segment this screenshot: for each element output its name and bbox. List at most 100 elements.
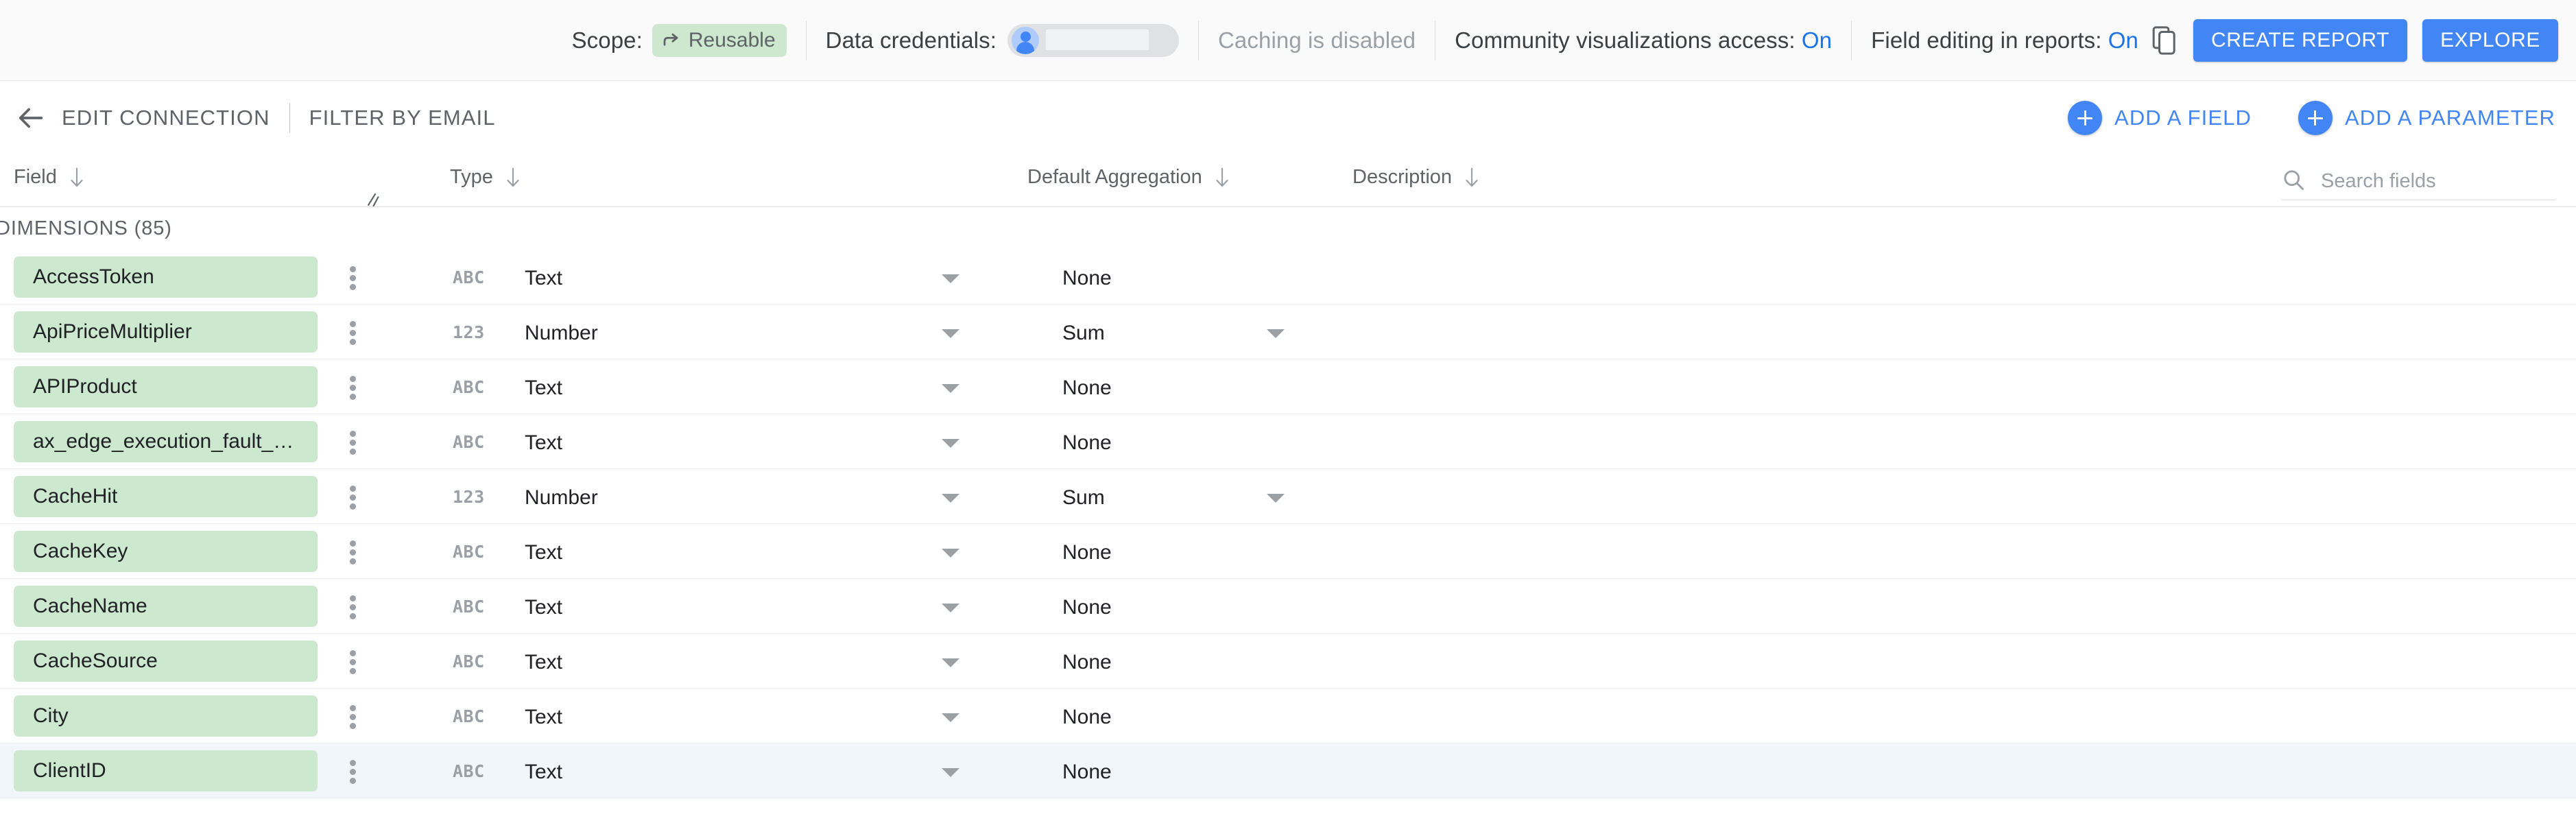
- field-type-label: Number: [525, 486, 598, 509]
- field-type-label: Number: [525, 322, 598, 344]
- column-header-field-label: Field: [14, 166, 57, 188]
- column-header-field[interactable]: Field: [14, 166, 86, 189]
- column-header-default-aggregation-label: Default Aggregation: [1027, 166, 1202, 188]
- navigation-bar: EDIT CONNECTION FILTER BY EMAIL ADD A FI…: [0, 81, 2576, 155]
- field-type-label: Text: [525, 596, 563, 619]
- table-row[interactable]: APIProduct ABC Text None: [0, 359, 2576, 414]
- type-dropdown-caret-icon[interactable]: [942, 768, 959, 777]
- column-header-default-aggregation[interactable]: Default Aggregation: [1027, 166, 1231, 189]
- top-status-bar: Scope: Reusable Data credentials: Cachin…: [0, 0, 2576, 81]
- row-overflow-menu-icon[interactable]: [350, 540, 357, 564]
- row-overflow-menu-icon[interactable]: [350, 760, 357, 784]
- table-row[interactable]: ApiPriceMultiplier 123 Number Sum: [0, 305, 2576, 359]
- aggregation-dropdown-caret-icon[interactable]: [1267, 329, 1285, 338]
- copy-device-icon[interactable]: [2151, 24, 2178, 57]
- type-dropdown-caret-icon[interactable]: [942, 494, 959, 503]
- create-report-button[interactable]: CREATE REPORT: [2193, 19, 2408, 62]
- table-row[interactable]: CacheSource ABC Text None: [0, 634, 2576, 689]
- field-name-chip[interactable]: ApiPriceMultiplier: [14, 311, 318, 353]
- field-type-label: Text: [525, 651, 563, 673]
- type-dropdown-caret-icon[interactable]: [942, 439, 959, 448]
- explore-button[interactable]: EXPLORE: [2422, 19, 2558, 62]
- field-type-label: Text: [525, 761, 563, 783]
- type-dropdown-caret-icon[interactable]: [942, 713, 959, 722]
- row-overflow-menu-icon[interactable]: [350, 431, 357, 455]
- field-type-label: Text: [525, 267, 563, 289]
- nav-divider: [289, 104, 290, 132]
- search-fields-box[interactable]: [2281, 163, 2555, 200]
- field-name-label: ApiPriceMultiplier: [33, 320, 192, 343]
- dimensions-section-title: DIMENSIONS (85): [0, 207, 2576, 250]
- field-type-icon: ABC: [453, 267, 485, 287]
- column-header-type[interactable]: Type: [450, 166, 522, 189]
- aggregation-dropdown-caret-icon[interactable]: [1267, 494, 1285, 503]
- row-overflow-menu-icon[interactable]: [350, 486, 357, 510]
- back-arrow-icon[interactable]: [15, 102, 47, 134]
- type-dropdown-caret-icon[interactable]: [942, 549, 959, 558]
- add-a-field-button[interactable]: ADD A FIELD: [2068, 101, 2252, 135]
- scope-reusable-badge[interactable]: Reusable: [652, 23, 787, 57]
- table-row[interactable]: AccessToken ABC Text None: [0, 250, 2576, 305]
- row-overflow-menu-icon[interactable]: [350, 321, 357, 345]
- field-name-chip[interactable]: ax_edge_execution_fault_…: [14, 421, 318, 462]
- field-name-label: City: [33, 704, 69, 727]
- community-visualizations-value[interactable]: On: [1802, 27, 1832, 53]
- table-row[interactable]: CacheName ABC Text None: [0, 579, 2576, 634]
- table-row[interactable]: ax_edge_execution_fault_… ABC Text None: [0, 414, 2576, 469]
- plus-icon: [2298, 101, 2333, 135]
- aggregation-label: None: [1062, 761, 1112, 783]
- credentials-label: Data credentials:: [825, 27, 997, 53]
- row-overflow-menu-icon[interactable]: [350, 705, 357, 729]
- row-overflow-menu-icon[interactable]: [350, 595, 357, 619]
- row-overflow-menu-icon[interactable]: [350, 650, 357, 674]
- aggregation-label: None: [1062, 706, 1112, 728]
- aggregation-label: Sum: [1062, 486, 1105, 509]
- field-name-label: CacheSource: [33, 649, 158, 672]
- field-name-label: CacheHit: [33, 485, 118, 508]
- filter-by-email-link[interactable]: FILTER BY EMAIL: [309, 106, 496, 130]
- add-a-parameter-label: ADD A PARAMETER: [2344, 106, 2555, 130]
- column-resize-handle[interactable]: [362, 191, 380, 208]
- field-name-chip[interactable]: CacheKey: [14, 531, 318, 572]
- row-overflow-menu-icon[interactable]: [350, 376, 357, 400]
- plus-icon: [2068, 101, 2103, 135]
- type-dropdown-caret-icon[interactable]: [942, 384, 959, 393]
- field-name-label: ax_edge_execution_fault_…: [33, 430, 294, 453]
- type-dropdown-caret-icon[interactable]: [942, 658, 959, 667]
- field-name-chip[interactable]: CacheHit: [14, 476, 318, 517]
- table-row[interactable]: ClientID ABC Text None: [0, 743, 2576, 798]
- table-header: Field Type Default Aggregation Descripti…: [0, 155, 2576, 207]
- community-visualizations-status: Community visualizations access: On: [1455, 27, 1832, 53]
- type-dropdown-caret-icon[interactable]: [942, 274, 959, 283]
- scope-label: Scope:: [571, 27, 643, 53]
- data-credentials-pill[interactable]: [1007, 23, 1179, 57]
- field-editing-value[interactable]: On: [2108, 27, 2138, 53]
- search-input[interactable]: [2321, 170, 2547, 193]
- field-type-icon: ABC: [453, 432, 485, 452]
- sort-arrow-icon: [1213, 167, 1231, 188]
- caching-status: Caching is disabled: [1218, 27, 1416, 53]
- add-a-parameter-button[interactable]: ADD A PARAMETER: [2298, 101, 2555, 135]
- field-name-chip[interactable]: CacheName: [14, 586, 318, 627]
- table-row[interactable]: CacheKey ABC Text None: [0, 524, 2576, 579]
- search-icon: [2281, 167, 2306, 195]
- type-dropdown-caret-icon[interactable]: [942, 604, 959, 612]
- field-type-label: Text: [525, 706, 563, 728]
- type-dropdown-caret-icon[interactable]: [942, 329, 959, 338]
- column-header-description-label: Description: [1352, 166, 1453, 188]
- table-row[interactable]: CacheHit 123 Number Sum: [0, 469, 2576, 524]
- field-name-chip[interactable]: City: [14, 695, 318, 737]
- table-row[interactable]: City ABC Text None: [0, 689, 2576, 743]
- field-name-chip[interactable]: CacheSource: [14, 641, 318, 682]
- field-type-label: Text: [525, 431, 563, 454]
- edit-connection-link[interactable]: EDIT CONNECTION: [62, 106, 270, 130]
- field-name-chip[interactable]: ClientID: [14, 750, 318, 791]
- field-name-chip[interactable]: AccessToken: [14, 257, 318, 298]
- row-overflow-menu-icon[interactable]: [350, 266, 357, 290]
- column-header-type-label: Type: [450, 166, 493, 188]
- redacted-credential-value: [1046, 29, 1149, 50]
- field-name-chip[interactable]: APIProduct: [14, 366, 318, 407]
- scope-badge-label: Reusable: [688, 28, 776, 51]
- column-header-description[interactable]: Description: [1352, 166, 1481, 189]
- aggregation-label: None: [1062, 596, 1112, 619]
